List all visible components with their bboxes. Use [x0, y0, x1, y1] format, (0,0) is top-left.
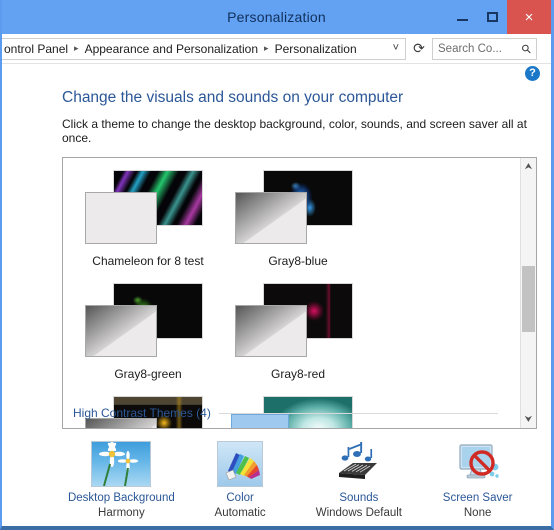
close-icon: ×	[524, 8, 534, 26]
sounds-icon[interactable]	[329, 441, 389, 487]
breadcrumb-separator: ▸	[74, 43, 79, 53]
option-title[interactable]: Screen Saver	[418, 492, 537, 504]
refresh-icon: ⟳	[413, 40, 425, 56]
maximize-icon	[486, 12, 498, 22]
theme-item[interactable]: Gray8-green	[73, 277, 223, 390]
theme-window-overlay	[85, 305, 157, 357]
screen-saver-icon	[459, 444, 499, 479]
desktop-background-icon	[91, 441, 152, 487]
option-title[interactable]: Desktop Background	[62, 492, 181, 504]
theme-label: Gray8-green	[114, 367, 182, 381]
option-value: None	[463, 507, 492, 519]
theme-label: Gray8-red	[270, 367, 326, 381]
color-fan-icon	[240, 426, 280, 428]
theme-list-panel: Chameleon for 8 test Gray8-blue Gray8-gree…	[62, 157, 537, 429]
maximize-button[interactable]	[477, 0, 507, 34]
theme-scroll-area: Chameleon for 8 test Gray8-blue Gray8-gree…	[63, 158, 520, 428]
theme-window-overlay	[235, 305, 307, 357]
high-contrast-label[interactable]: High Contrast Themes (4)	[73, 406, 211, 420]
minimize-button[interactable]	[447, 0, 477, 34]
theme-label: Chameleon for 8 test	[92, 254, 204, 268]
personalization-option[interactable]: Desktop Background Harmony	[62, 441, 181, 519]
theme-window-overlay	[85, 192, 157, 244]
option-title[interactable]: Color	[181, 492, 300, 504]
scroll-up-button[interactable]: ⮝	[521, 158, 537, 175]
breadcrumb-item-appearance[interactable]: Appearance and Personalization	[85, 42, 258, 56]
high-contrast-section[interactable]: High Contrast Themes (4)	[73, 406, 498, 420]
breadcrumb-separator: ▸	[264, 43, 269, 53]
search-input[interactable]: Search Co... ⚲	[432, 37, 537, 60]
option-value: Windows Default	[315, 507, 403, 519]
theme-thumbnail[interactable]	[73, 277, 223, 365]
theme-item[interactable]: Gray8-red	[223, 277, 373, 390]
theme-thumbnail[interactable]	[223, 164, 373, 252]
chevron-down-icon[interactable]: ˅	[393, 42, 399, 54]
window-title: Personalization	[227, 9, 326, 25]
desktop-background-icon[interactable]	[91, 441, 152, 487]
refresh-button[interactable]: ⟳	[406, 40, 432, 57]
theme-grid: Chameleon for 8 test Gray8-blue Gray8-gree…	[73, 164, 520, 428]
color-palette-icon	[217, 441, 264, 487]
title-bar: Personalization ×	[2, 0, 551, 34]
personalization-option[interactable]: Sounds Windows Default	[300, 441, 419, 519]
theme-item[interactable]: Gray8-blue	[223, 164, 373, 277]
breadcrumb-item-personalization[interactable]: Personalization	[275, 42, 357, 56]
scrollbar-thumb[interactable]	[522, 266, 535, 332]
breadcrumb[interactable]: ontrol Panel ▸ Appearance and Personaliz…	[2, 37, 406, 60]
theme-label: Gray8-blue	[268, 254, 328, 268]
page-subtitle: Click a theme to change the desktop back…	[62, 117, 527, 145]
sounds-icon	[338, 442, 377, 479]
personalization-option[interactable]: Screen Saver None	[418, 441, 537, 519]
option-title[interactable]: Sounds	[300, 492, 419, 504]
content-area: Change the visuals and sounds on your co…	[2, 89, 551, 519]
option-value: Automatic	[214, 507, 266, 519]
personalization-options-bar: Desktop Background Harmony Color Automatic S…	[62, 429, 537, 519]
theme-item[interactable]: Chameleon for 8 test	[73, 164, 223, 277]
search-placeholder: Search Co...	[438, 42, 502, 55]
color-palette-icon[interactable]	[210, 441, 270, 487]
theme-window-overlay	[235, 192, 307, 244]
page-title: Change the visuals and sounds on your co…	[62, 89, 404, 106]
help-icon[interactable]: ?	[525, 66, 540, 81]
breadcrumb-item-control-panel[interactable]: ontrol Panel	[4, 42, 68, 56]
option-value: Harmony	[98, 507, 145, 519]
window-controls: ×	[447, 0, 551, 34]
scroll-down-button[interactable]: ⮟	[521, 411, 537, 428]
help-row: ?	[2, 64, 551, 86]
theme-thumbnail[interactable]	[223, 277, 373, 365]
personalization-window: Personalization × ontrol Panel ▸ Appeara…	[0, 0, 554, 530]
color-fan-icon	[225, 453, 261, 481]
theme-thumbnail[interactable]	[73, 164, 223, 252]
vertical-scrollbar[interactable]: ⮝ ⮟	[520, 158, 536, 428]
minimize-icon	[456, 19, 468, 21]
personalization-option[interactable]: Color Automatic	[181, 441, 300, 519]
address-bar: ontrol Panel ▸ Appearance and Personaliz…	[2, 34, 551, 64]
divider	[218, 412, 498, 414]
screen-saver-icon[interactable]	[448, 441, 508, 487]
color-fan-icon	[240, 426, 280, 428]
close-button[interactable]: ×	[507, 0, 551, 34]
